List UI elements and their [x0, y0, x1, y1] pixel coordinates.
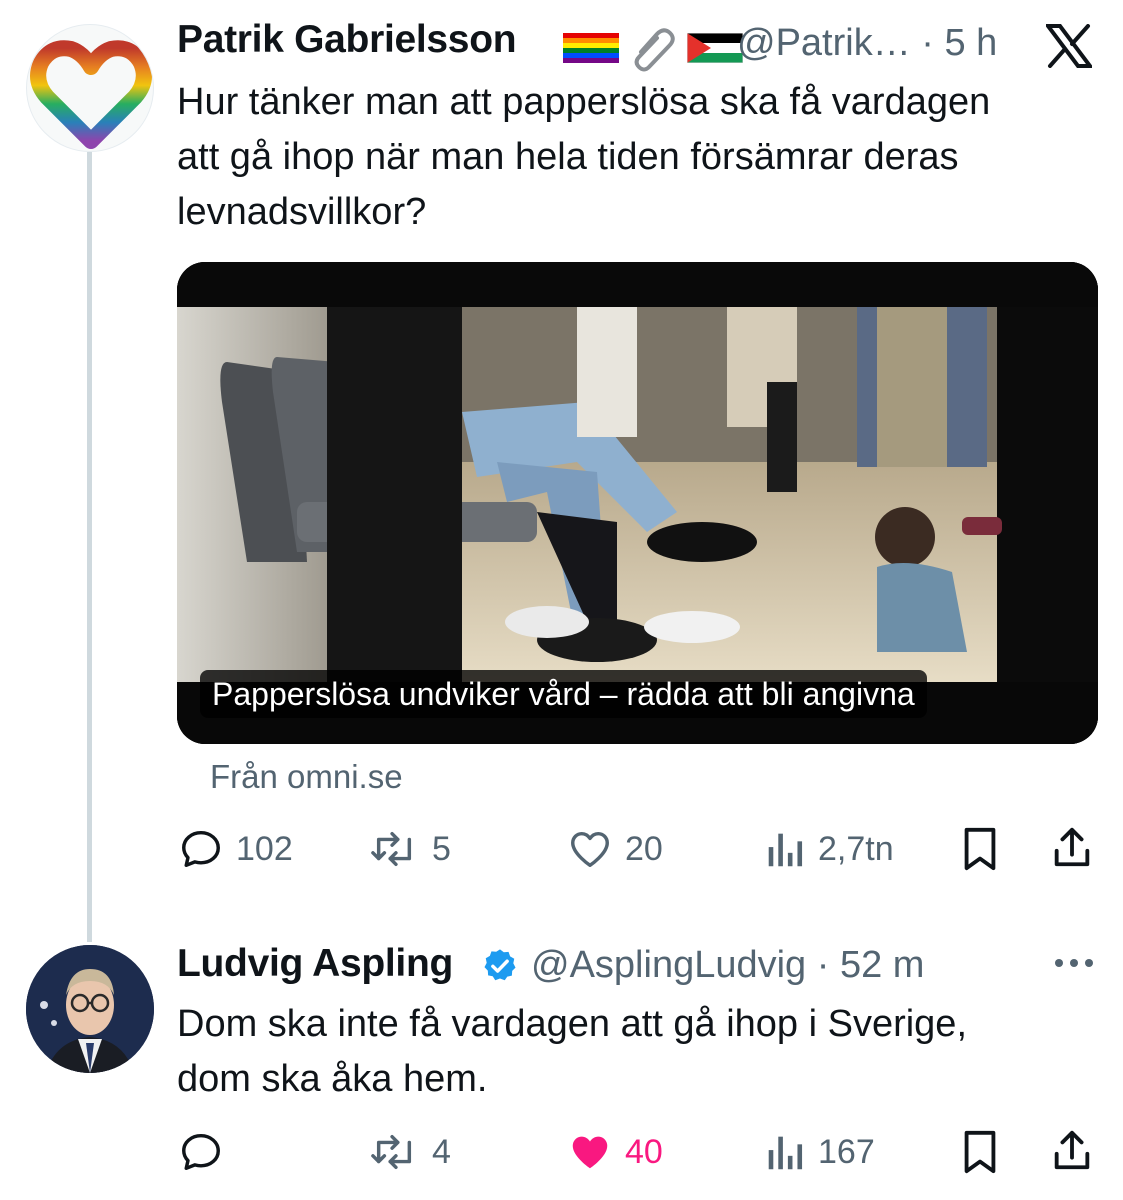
link-card-caption[interactable]: Papperslösa undviker vård – rädda att bl…	[200, 670, 927, 718]
views-button[interactable]: 167	[764, 1127, 875, 1177]
like-count: 40	[625, 1132, 663, 1171]
x-logo-icon[interactable]	[1046, 24, 1092, 68]
display-name[interactable]: Ludvig Aspling	[177, 942, 453, 986]
like-button[interactable]: 40	[567, 1127, 663, 1177]
reply-icon	[182, 1133, 220, 1171]
like-count: 20	[625, 829, 663, 868]
paperclip-icon	[634, 28, 675, 72]
link-source[interactable]: Från omni.se	[210, 758, 403, 796]
share-icon[interactable]	[1050, 824, 1094, 870]
rainbow-flag-icon	[563, 33, 619, 63]
repost-count: 4	[432, 1132, 451, 1171]
display-name[interactable]: Patrik Gabrielsson	[177, 18, 517, 62]
avatar[interactable]	[26, 945, 154, 1073]
repost-icon	[371, 1134, 412, 1170]
repost-button[interactable]: 5	[368, 824, 451, 874]
bookmark-icon[interactable]	[960, 826, 1000, 872]
heart-icon	[571, 831, 609, 868]
reply-button[interactable]: 102	[178, 824, 293, 874]
avatar[interactable]	[26, 24, 154, 152]
like-button[interactable]: 20	[567, 824, 663, 874]
reply-icon	[182, 830, 220, 868]
tweet-text: Dom ska inte få vardagen att gå ihop i S…	[177, 1003, 968, 1100]
thread-line	[87, 152, 92, 942]
repost-icon	[371, 831, 412, 867]
repost-button[interactable]: 4	[368, 1127, 451, 1177]
views-icon	[768, 833, 803, 867]
repost-count: 5	[432, 829, 451, 868]
name-emojis	[563, 22, 743, 74]
tweet-text: Hur tänker man att papperslösa ska få va…	[177, 81, 991, 233]
views-button[interactable]: 2,7tn	[764, 824, 894, 874]
profile-photo	[26, 945, 154, 1073]
reply-count: 102	[236, 829, 293, 868]
share-icon[interactable]	[1050, 1127, 1094, 1173]
handle-time[interactable]: @AsplingLudvig · 52 m	[531, 944, 924, 987]
palestine-flag-icon	[687, 33, 743, 63]
handle-time[interactable]: @Patrik… · 5 h	[737, 22, 997, 65]
more-dots-icon[interactable]	[1053, 955, 1095, 971]
bookmark-icon[interactable]	[960, 1129, 1000, 1175]
rainbow-heart-hands-icon	[30, 40, 152, 149]
views-count: 2,7tn	[818, 829, 894, 868]
reply-button[interactable]	[178, 1127, 224, 1177]
views-icon	[768, 1136, 803, 1170]
views-count: 167	[818, 1132, 875, 1171]
heart-filled-icon	[572, 1136, 608, 1169]
verified-badge-icon[interactable]	[481, 947, 519, 985]
